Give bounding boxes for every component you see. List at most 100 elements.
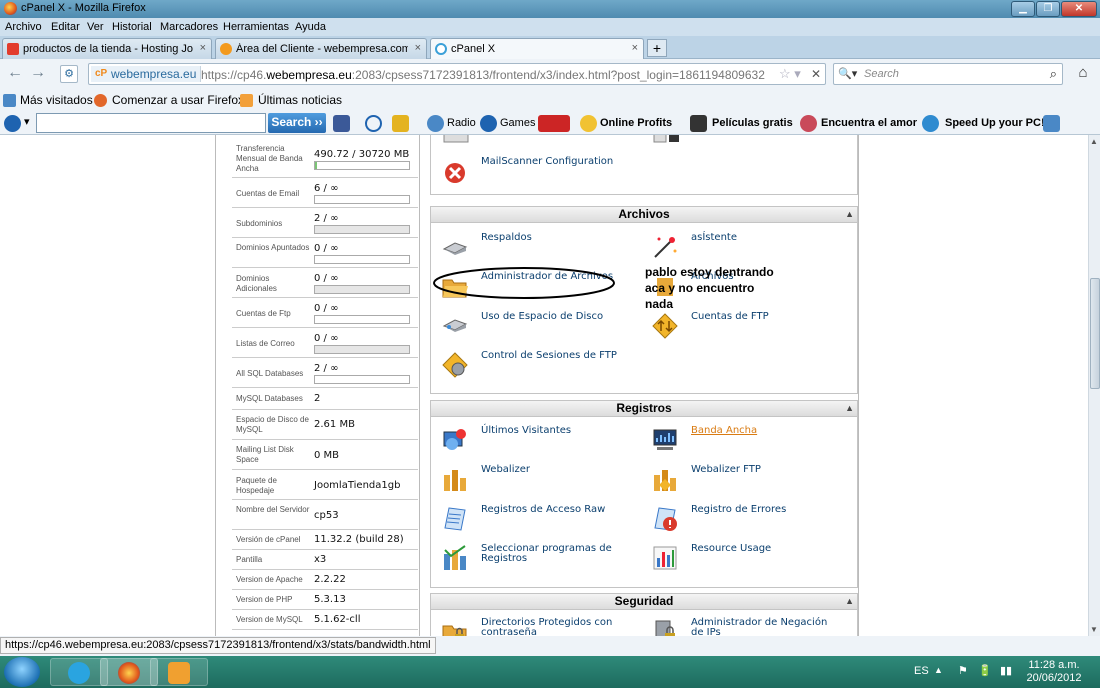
stat-label: MySQL Databases	[236, 394, 303, 403]
scrollbar-thumb[interactable]	[1090, 278, 1100, 389]
stat-usage-bar	[314, 315, 410, 324]
forward-arrow-icon[interactable]: →	[29, 65, 47, 83]
stat-label: Listas de Correo	[236, 339, 295, 348]
item-label: asÍstente	[691, 232, 737, 243]
youtube-icon[interactable]	[538, 115, 570, 132]
toolbar-encuentra-el-amor[interactable]: Encuentra el amor	[821, 117, 917, 129]
item-label: Webalizer	[481, 464, 530, 475]
power-icon[interactable]: 🔋	[978, 664, 992, 677]
stat-row: Nombre del Servidor cp53	[232, 500, 418, 530]
stop-icon[interactable]: ✕	[811, 67, 821, 81]
tray-arrow-icon[interactable]: ▲	[934, 665, 943, 675]
tab-close-icon[interactable]: ×	[200, 42, 206, 54]
stat-label: Nombre del Servidor	[236, 505, 310, 514]
toolbar-peliculas-gratis[interactable]: Películas gratis	[712, 117, 793, 129]
search-input[interactable]: 🔍▾ Search ⌕	[833, 63, 1063, 85]
menu-editar[interactable]: Editar	[51, 21, 80, 33]
panel-header[interactable]: Archivos ▲	[431, 207, 857, 223]
menu-archivo[interactable]: Archivo	[5, 21, 42, 33]
vertical-scrollbar[interactable]: ▲ ▼	[1088, 135, 1100, 636]
item-label: Administrador de Negación de IPs	[691, 617, 828, 637]
bookmark-ultimas-noticias[interactable]: Últimas noticias	[258, 93, 342, 107]
maximize-button[interactable]: ❐	[1036, 1, 1060, 17]
close-window-button[interactable]: ✕	[1061, 1, 1097, 17]
tab-bar: productos de la tienda - Hosting Joo... …	[0, 36, 1100, 60]
toolbar-games[interactable]: Games	[500, 117, 535, 129]
stat-row: Paquete de Hospedaje JoomlaTienda1gb	[232, 470, 418, 500]
toolbar-search-input[interactable]	[36, 113, 266, 133]
scroll-up-arrow-icon[interactable]: ▲	[1090, 137, 1098, 146]
stat-value: 0 / ∞	[314, 273, 339, 284]
bookmark-mas-visitados[interactable]: Más visitados	[20, 93, 93, 107]
stat-value: 2 / ∞	[314, 213, 339, 224]
facebook-icon[interactable]	[333, 115, 350, 132]
address-bar[interactable]: cP webempresa.eu https://cp46.webempresa…	[88, 63, 826, 85]
panel-header[interactable]: Seguridad ▲	[431, 594, 857, 610]
site-identity-icon[interactable]: ⚙	[60, 65, 78, 83]
tab-area-cliente[interactable]: Área del Cliente - webempresa.com ×	[215, 38, 427, 59]
bookmark-star-icon[interactable]: ☆ ▾	[779, 66, 801, 82]
site-favicon-icon	[220, 43, 232, 55]
radio-icon	[427, 115, 444, 132]
weather-icon[interactable]	[392, 115, 409, 132]
start-button-icon[interactable]	[4, 657, 40, 687]
collapse-arrow-icon[interactable]: ▲	[845, 207, 854, 222]
language-indicator[interactable]: ES	[914, 665, 929, 677]
ftp-accounts-icon	[652, 313, 678, 339]
stat-usage-bar	[314, 225, 410, 234]
toolbar-logo-icon[interactable]	[4, 115, 21, 132]
cpanel-favicon-icon: cP	[95, 68, 108, 79]
search-icon[interactable]: ⌕	[1050, 66, 1057, 82]
toolbar-radio[interactable]: Radio	[447, 117, 476, 129]
stat-label: Cuentas de Email	[236, 189, 300, 198]
usage-fill	[315, 162, 318, 169]
tab-productos[interactable]: productos de la tienda - Hosting Joo... …	[2, 38, 212, 59]
stat-row: Version de MySQL 5.1.62-cll	[232, 610, 418, 630]
item-label: Directorios Protegidos con contraseña	[481, 617, 613, 637]
stat-usage-bar	[314, 375, 410, 384]
search-placeholder: Search	[864, 68, 899, 80]
stat-usage-bar	[314, 195, 410, 204]
scroll-down-arrow-icon[interactable]: ▼	[1090, 625, 1098, 634]
panel-header[interactable]: Registros ▲	[431, 401, 857, 417]
collapse-arrow-icon[interactable]: ▲	[845, 401, 854, 416]
flag-icon[interactable]: ⚑	[958, 664, 968, 677]
backup-icon	[442, 242, 468, 255]
menu-herramientas[interactable]: Herramientas	[223, 21, 289, 33]
tab-cpanel[interactable]: cPanel X ×	[430, 38, 644, 60]
stat-usage-bar	[314, 285, 410, 294]
item-label: Registro de Errores	[691, 504, 787, 515]
home-icon[interactable]: ⌂	[1072, 64, 1094, 84]
new-tab-button[interactable]: +	[647, 39, 667, 57]
lock-icon[interactable]	[365, 115, 382, 132]
tab-close-icon[interactable]: ×	[632, 42, 638, 54]
toolbar-speed-up-pc[interactable]: Speed Up your PC!	[945, 117, 1045, 129]
minimize-button[interactable]: ▁	[1011, 1, 1035, 17]
taskbar-outlook[interactable]	[150, 658, 208, 686]
toolbar-online-profits[interactable]: Online Profits	[600, 117, 672, 129]
stat-value: x3	[314, 554, 327, 565]
toolbar-search-button[interactable]: Search ››	[268, 113, 326, 133]
menu-ayuda[interactable]: Ayuda	[295, 21, 326, 33]
tab-close-icon[interactable]: ×	[415, 42, 421, 54]
url-text: https://cp46.webempresa.eu:2083/cpsess71…	[201, 68, 765, 82]
stat-row: All SQL Databases 2 / ∞	[232, 358, 418, 388]
stat-label: Paquete de Hospedaje	[236, 476, 277, 495]
menu-ver[interactable]: Ver	[87, 21, 104, 33]
site-identity-badge[interactable]: cP webempresa.eu	[91, 66, 202, 82]
signal-icon[interactable]: ▮▮	[1000, 664, 1012, 677]
collapse-arrow-icon[interactable]: ▲	[845, 594, 854, 609]
menu-historial[interactable]: Historial	[112, 21, 152, 33]
skype-icon[interactable]	[1043, 115, 1060, 132]
disk-usage-icon	[442, 319, 468, 332]
page-content: Transferencia Mensual de Banda Ancha 490…	[0, 135, 1088, 636]
menu-marcadores[interactable]: Marcadores	[160, 21, 218, 33]
ip-deny-icon	[655, 620, 675, 636]
clock[interactable]: 11:28 a.m. 20/06/2012	[1024, 659, 1084, 685]
spam-filter-icon	[653, 135, 679, 143]
bookmark-comenzar-firefox[interactable]: Comenzar a usar Firefox	[112, 93, 244, 107]
item-label: MailScanner Configuration	[481, 156, 614, 167]
search-engine-icon[interactable]: 🔍▾	[838, 67, 857, 80]
back-arrow-icon[interactable]: ←	[6, 65, 24, 83]
toolbar-menu-dropdown-icon[interactable]: ▾	[24, 115, 30, 128]
